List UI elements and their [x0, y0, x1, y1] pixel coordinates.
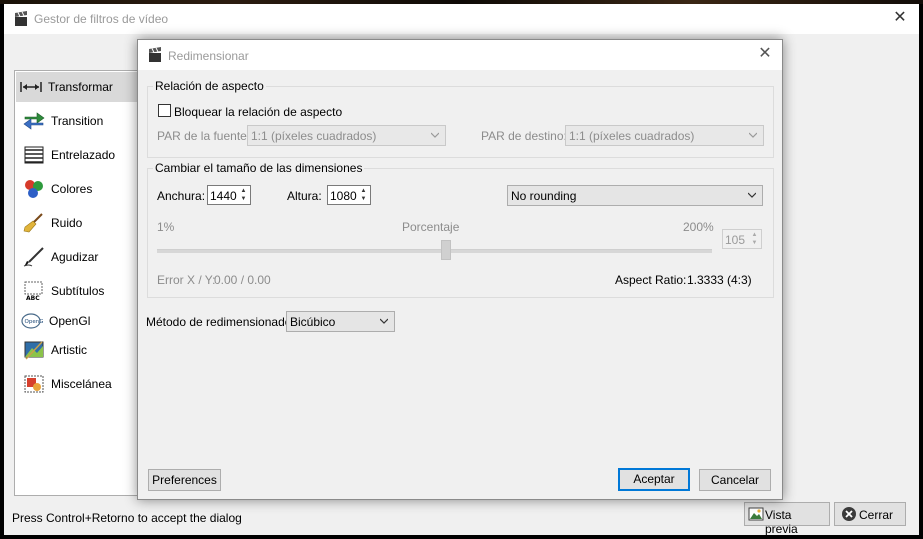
preview-photo-icon	[748, 507, 764, 521]
category-item-subtitulos[interactable]: ABC Subtítulos	[19, 276, 139, 306]
category-item-colores[interactable]: Colores	[19, 174, 139, 204]
main-window-title: Gestor de filtros de vídeo	[34, 12, 169, 26]
category-item-opengl[interactable]: OpenGL OpenGl	[19, 306, 139, 336]
dest-par-label: PAR de destino:	[481, 129, 567, 143]
chevron-down-icon	[749, 132, 757, 138]
aspect-ratio-fraction: (4:3)	[727, 273, 752, 287]
category-label: Artistic	[51, 343, 87, 357]
resize-method-value: Bicúbico	[290, 315, 336, 329]
category-item-artistic[interactable]: Artistic	[19, 335, 139, 365]
width-label: Anchura:	[157, 189, 206, 203]
spin-down-icon[interactable]: ▼	[358, 195, 369, 203]
clapperboard-icon	[15, 11, 27, 26]
error-xy-label: Error X / Y:	[157, 273, 216, 287]
opengl-icon: OpenGL	[21, 313, 44, 329]
dialog-title: Redimensionar	[168, 49, 249, 63]
swap-arrows-icon	[23, 112, 45, 130]
category-label: Miscelánea	[51, 377, 112, 391]
category-item-miscelanea[interactable]: Miscelánea	[19, 369, 139, 399]
preview-button[interactable]: Vista previa	[744, 502, 830, 536]
category-label: Colores	[51, 182, 93, 196]
rounding-value: No rounding	[511, 189, 577, 203]
chevron-down-icon	[431, 132, 439, 138]
aspect-ratio-label: Aspect Ratio:	[615, 273, 687, 287]
width-value: 1440	[210, 189, 237, 203]
chevron-down-icon	[380, 318, 388, 324]
percent-label: Porcentaje	[402, 220, 460, 234]
source-par-select[interactable]: 1:1 (píxeles cuadrados)	[247, 125, 446, 146]
category-item-ruido[interactable]: Ruido	[19, 208, 139, 238]
error-xy-value: 0.00 / 0.00	[214, 273, 271, 287]
category-item-transition[interactable]: Transition	[19, 106, 139, 136]
dialog-close-icon[interactable]: ✕	[756, 45, 774, 63]
broom-icon	[23, 213, 43, 233]
pen-nib-icon	[23, 247, 44, 267]
spin-up-icon[interactable]: ▲	[238, 187, 249, 195]
height-value: 1080	[330, 189, 357, 203]
category-label: Ruido	[51, 216, 83, 230]
resize-group-title: Cambiar el tamaño de las dimensiones	[153, 161, 365, 175]
svg-text:ABC: ABC	[26, 295, 40, 301]
width-spinbox[interactable]: 1440 ▲ ▼	[207, 185, 251, 205]
aspect-ratio-group	[147, 86, 774, 158]
height-spinbox[interactable]: 1080 ▲ ▼	[327, 185, 371, 205]
clapperboard-icon	[149, 47, 161, 62]
percent-spin-buttons[interactable]: ▲ ▼	[749, 231, 760, 247]
category-label: Entrelazado	[51, 148, 116, 162]
category-label: Subtítulos	[51, 284, 105, 298]
interlace-lines-icon	[24, 146, 44, 164]
svg-text:OpenGL: OpenGL	[25, 319, 44, 325]
category-label: OpenGl	[49, 314, 91, 328]
lock-aspect-label: Bloquear la relación de aspecto	[174, 105, 343, 119]
preview-button-label: Vista previa	[765, 508, 798, 536]
lock-aspect-checkbox[interactable]	[158, 104, 171, 117]
close-button-label: Cerrar	[859, 508, 894, 522]
category-label: Agudizar	[51, 250, 99, 264]
source-par-value: 1:1 (píxeles cuadrados)	[251, 129, 377, 143]
percent-spinbox[interactable]: 105 ▲ ▼	[722, 229, 762, 249]
paint-canvas-icon	[24, 341, 44, 360]
source-par-label: PAR de la fuente:	[157, 129, 251, 143]
aspect-ratio-group-title: Relación de aspecto	[153, 79, 266, 93]
percent-slider-track[interactable]	[157, 249, 712, 253]
spin-up-icon[interactable]: ▲	[358, 187, 369, 195]
spin-down-icon[interactable]: ▼	[238, 195, 249, 203]
dest-par-value: 1:1 (píxeles cuadrados)	[569, 129, 695, 143]
spin-down-icon[interactable]: ▼	[749, 239, 760, 247]
color-balls-icon	[25, 180, 43, 198]
width-spin-buttons[interactable]: ▲ ▼	[238, 187, 249, 203]
height-label: Altura:	[287, 189, 322, 203]
height-spin-buttons[interactable]: ▲ ▼	[358, 187, 369, 203]
shapes-icon	[24, 375, 44, 393]
aspect-ratio-value: 1.3333	[687, 273, 724, 287]
accept-button[interactable]: Aceptar	[618, 468, 690, 491]
main-title-bar: Gestor de filtros de vídeo ✕	[4, 4, 919, 34]
spin-up-icon[interactable]: ▲	[749, 231, 760, 239]
dest-par-select[interactable]: 1:1 (píxeles cuadrados)	[565, 125, 764, 146]
subtitles-abc-icon: ABC	[24, 281, 43, 301]
max-percent-label: 200%	[683, 220, 714, 234]
main-close-icon[interactable]: ✕	[891, 9, 909, 27]
close-button[interactable]: Cerrar	[834, 502, 906, 526]
rounding-select[interactable]: No rounding	[507, 185, 763, 206]
category-label: Transformar	[48, 80, 113, 94]
cancel-button[interactable]: Cancelar	[699, 469, 771, 491]
resize-method-label: Método de redimensionado:	[146, 315, 295, 329]
resize-arrows-icon	[20, 82, 42, 92]
chevron-down-icon	[748, 192, 756, 198]
resize-method-select[interactable]: Bicúbico	[286, 311, 395, 332]
category-item-agudizar[interactable]: Agudizar	[19, 242, 139, 272]
min-percent-label: 1%	[157, 220, 175, 234]
percent-value: 105	[725, 233, 746, 247]
category-item-transformar[interactable]: Transformar	[16, 72, 140, 102]
dialog-title-bar: Redimensionar ✕	[138, 40, 782, 70]
resize-dialog: Redimensionar ✕ Relación de aspecto Bloq…	[137, 39, 783, 500]
percent-slider-handle[interactable]	[440, 240, 451, 260]
close-circle-icon	[842, 507, 856, 521]
category-label: Transition	[51, 114, 104, 128]
status-hint: Press Control+Retorno to accept the dial…	[12, 511, 242, 525]
category-item-entrelazado[interactable]: Entrelazado	[19, 140, 139, 170]
preferences-button[interactable]: Preferences	[148, 469, 221, 491]
